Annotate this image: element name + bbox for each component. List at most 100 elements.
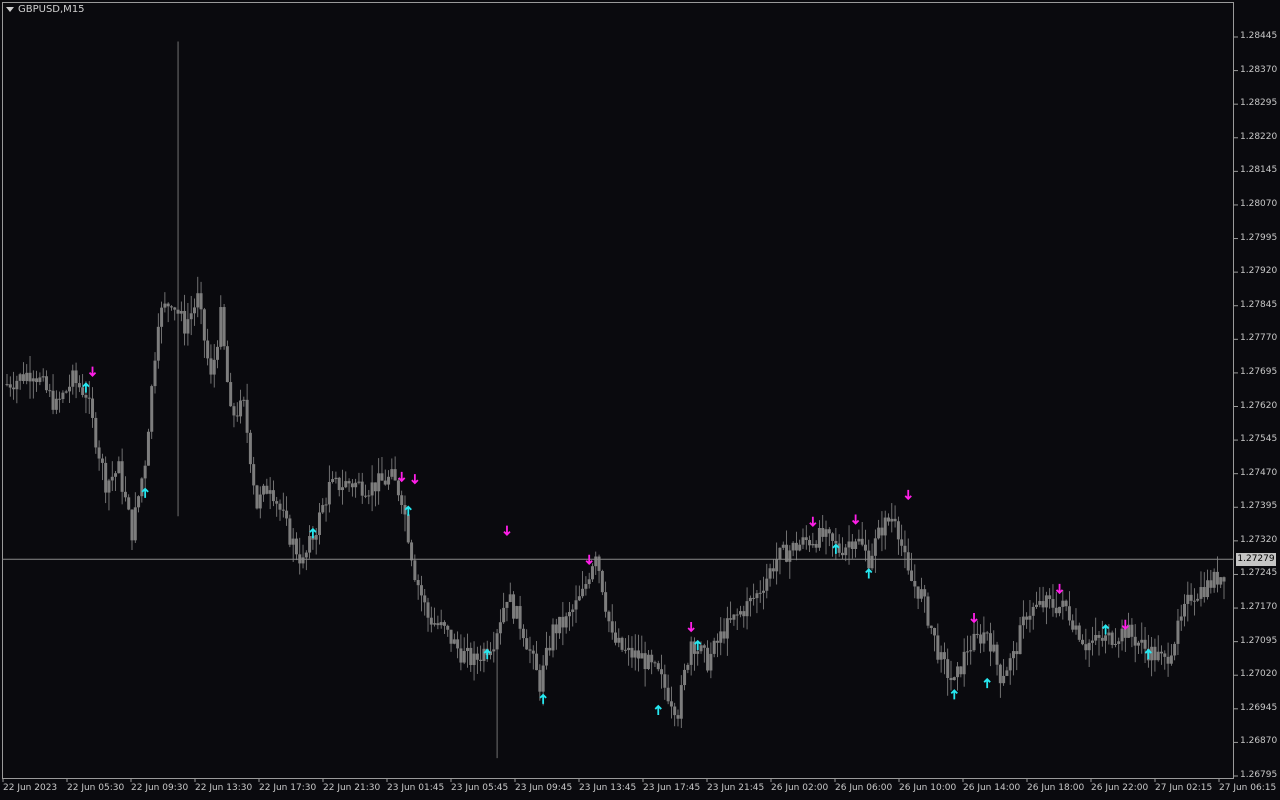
candle-body xyxy=(472,653,476,666)
candle-body xyxy=(8,384,12,388)
candle-body xyxy=(5,384,9,386)
candle-body xyxy=(1015,651,1019,655)
candle-body xyxy=(1130,624,1134,637)
price-tick-label: 1.27470 xyxy=(1240,467,1278,478)
candle-body xyxy=(64,391,68,393)
candle-body xyxy=(1166,656,1170,664)
candle-body xyxy=(620,637,624,650)
candle-body xyxy=(975,633,979,635)
candle-body xyxy=(551,624,555,651)
candle-body xyxy=(821,527,825,537)
candle-body xyxy=(1008,658,1012,671)
candle-body xyxy=(666,687,670,702)
candle-body xyxy=(1215,571,1219,585)
candle-body xyxy=(1061,600,1065,607)
candle-body xyxy=(317,512,321,536)
candle-body xyxy=(350,483,354,488)
candle-body xyxy=(571,609,575,613)
price-tick-label: 1.26870 xyxy=(1240,736,1278,747)
price-tick-label: 1.26795 xyxy=(1240,770,1278,780)
candle-body xyxy=(712,640,716,654)
candle-body xyxy=(1183,603,1187,617)
candle-body xyxy=(252,464,256,486)
candle-body xyxy=(699,645,703,652)
candle-body xyxy=(745,601,749,617)
candle-body xyxy=(268,490,272,494)
candle-body xyxy=(1196,598,1200,601)
arrow-up-icon xyxy=(983,677,991,689)
candle-body xyxy=(216,346,220,360)
candle-body xyxy=(900,539,904,546)
candle-body xyxy=(449,629,453,644)
candle-body xyxy=(508,594,512,602)
candle-body xyxy=(21,374,25,382)
candle-body xyxy=(1018,625,1022,655)
candle-body xyxy=(426,602,430,618)
candle-body xyxy=(54,398,58,410)
candle-body xyxy=(929,625,933,628)
candle-body xyxy=(887,517,891,522)
candle-body xyxy=(660,669,664,675)
candle-body xyxy=(314,535,318,540)
price-chart[interactable] xyxy=(0,0,1280,800)
candle-body xyxy=(294,538,298,555)
candle-body xyxy=(742,611,746,617)
candle-body xyxy=(209,358,213,375)
candle-body xyxy=(689,641,693,665)
candle-body xyxy=(153,360,157,387)
candle-body xyxy=(456,639,460,649)
candle-body xyxy=(850,541,854,549)
price-tick-label: 1.27245 xyxy=(1240,568,1278,579)
candle-body xyxy=(521,628,525,639)
candle-body xyxy=(186,319,190,334)
candle-body xyxy=(548,647,552,651)
candle-body xyxy=(1173,643,1177,656)
candle-body xyxy=(567,612,571,617)
candle-body xyxy=(123,491,127,498)
candle-body xyxy=(722,631,726,639)
candle-body xyxy=(1140,639,1144,643)
candle-body xyxy=(590,566,594,580)
candle-body xyxy=(77,383,81,388)
candle-body xyxy=(479,659,483,661)
candle-body xyxy=(189,313,193,320)
arrow-up-icon xyxy=(865,568,873,579)
time-tick-label: 22 Jun 21:30 xyxy=(323,783,381,793)
candle-body xyxy=(870,555,874,569)
triangle-down-icon[interactable] xyxy=(6,7,14,12)
candle-body xyxy=(748,597,752,602)
candle-body xyxy=(814,543,818,548)
candle-body xyxy=(327,482,331,505)
price-tick-label: 1.27620 xyxy=(1240,400,1278,411)
candle-body xyxy=(465,647,469,652)
candle-body xyxy=(715,640,719,643)
candle-body xyxy=(1192,600,1196,602)
candle-body xyxy=(301,557,305,564)
candle-body xyxy=(614,632,617,643)
candle-body xyxy=(735,614,739,616)
candle-body xyxy=(949,677,953,681)
candle-body xyxy=(584,584,588,589)
candle-body xyxy=(965,651,969,653)
candle-body xyxy=(41,376,45,378)
candle-body xyxy=(1176,620,1180,644)
candle-body xyxy=(535,653,539,671)
arrow-down-icon xyxy=(851,514,860,525)
candle-body xyxy=(933,628,937,636)
candle-body xyxy=(794,542,798,551)
candle-body xyxy=(775,559,779,572)
candle-body xyxy=(393,469,397,481)
symbol-title[interactable]: GBPUSD,M15 xyxy=(6,4,85,15)
candle-body xyxy=(1169,655,1173,664)
candle-body xyxy=(436,623,440,626)
price-tick-label: 1.27770 xyxy=(1240,333,1278,344)
candle-body xyxy=(643,653,647,670)
candle-body xyxy=(653,662,657,664)
candle-body xyxy=(387,476,391,485)
axis-tick-marks xyxy=(2,36,1238,782)
candle-body xyxy=(709,653,713,671)
candle-body xyxy=(1021,616,1025,626)
candle-body xyxy=(531,650,535,654)
candle-body xyxy=(890,518,894,522)
candle-body xyxy=(696,651,700,654)
